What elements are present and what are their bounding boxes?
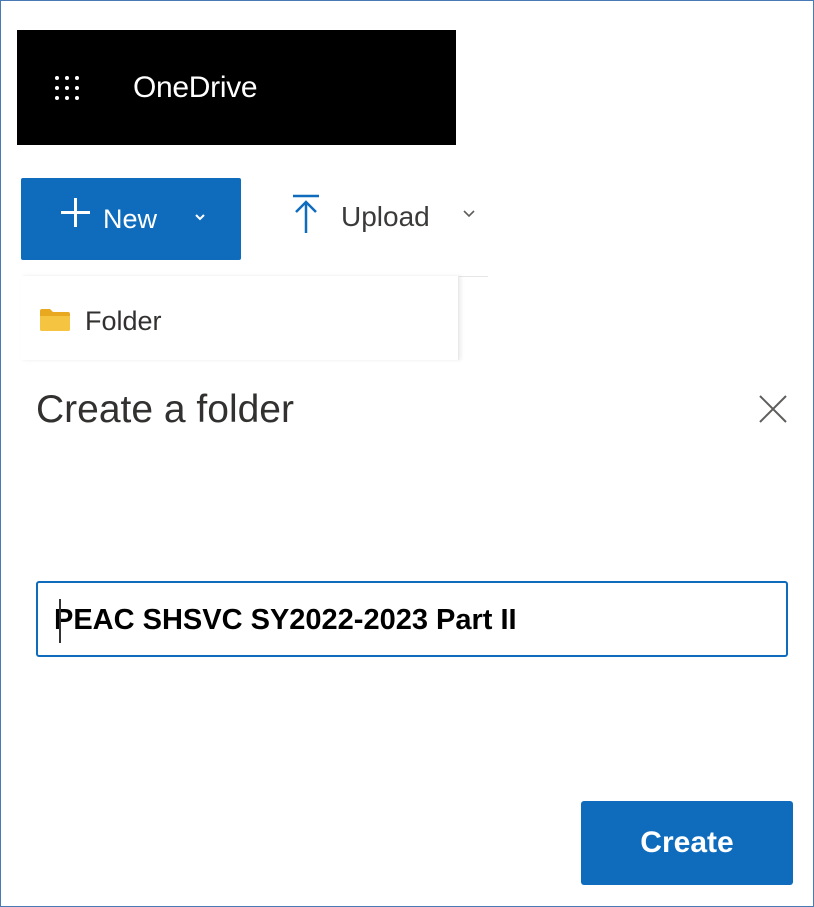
menu-item-folder[interactable]: Folder: [21, 296, 458, 346]
upload-arrow-icon: [293, 194, 319, 233]
screenshot-frame: OneDrive New Upload Folder Create a fold…: [0, 0, 814, 907]
app-title[interactable]: OneDrive: [133, 70, 258, 106]
plus-icon: [59, 196, 91, 228]
new-button[interactable]: New: [21, 178, 241, 260]
folder-name-field[interactable]: [36, 581, 788, 657]
menu-divider: [458, 276, 488, 277]
dialog-title: Create a folder: [36, 388, 294, 431]
chevron-down-icon: [195, 214, 205, 221]
folder-name-input[interactable]: [54, 596, 774, 644]
chevron-down-icon: [463, 210, 475, 218]
create-button[interactable]: Create: [581, 801, 793, 885]
menu-item-label: Folder: [85, 306, 162, 336]
upload-button-label: Upload: [341, 201, 430, 232]
close-icon[interactable]: [753, 389, 793, 429]
app-header: OneDrive: [17, 30, 456, 145]
folder-icon: [40, 309, 70, 331]
new-button-label: New: [103, 204, 158, 234]
upload-button[interactable]: Upload: [289, 191, 489, 247]
new-menu: Folder: [21, 276, 459, 360]
app-launcher-waffle-icon[interactable]: [55, 76, 79, 100]
text-caret: [59, 599, 61, 643]
